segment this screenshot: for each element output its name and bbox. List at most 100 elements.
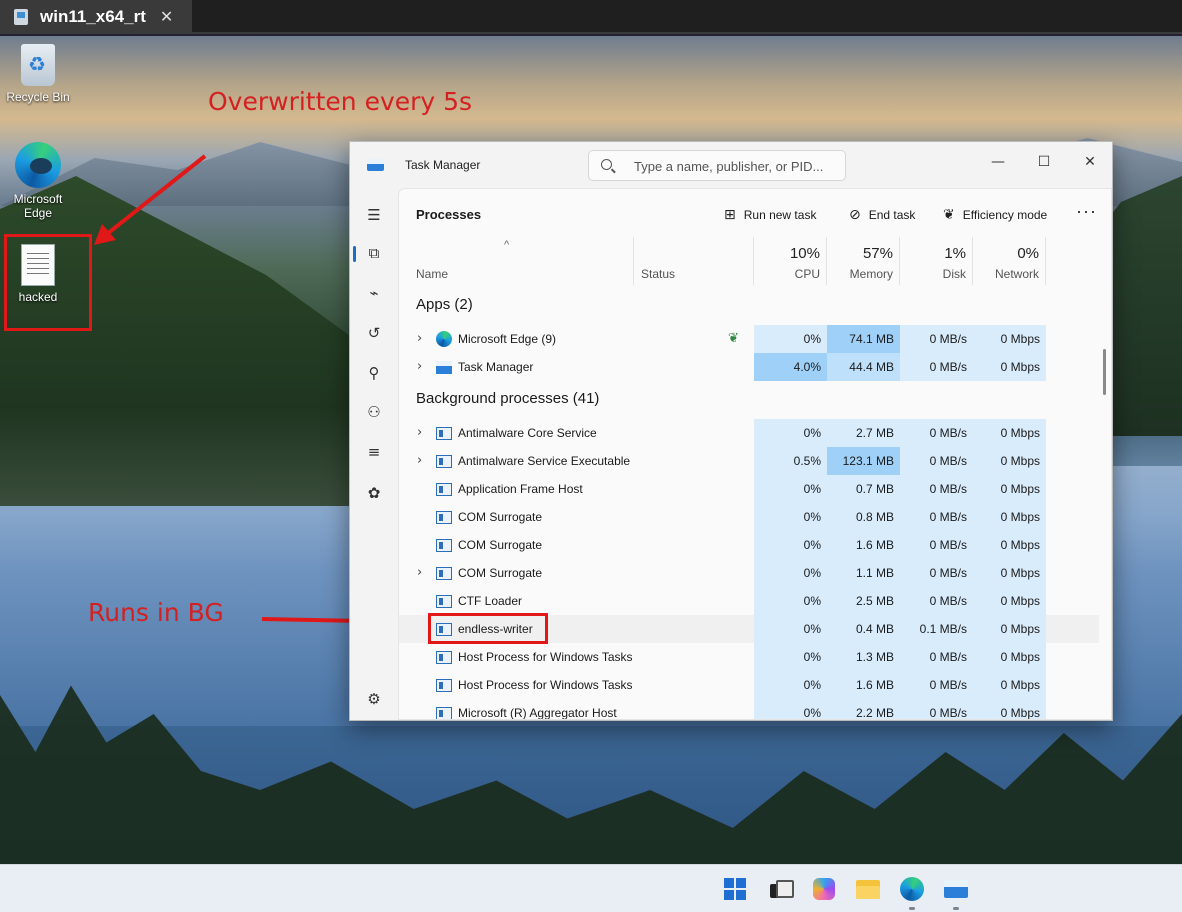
table-row[interactable]: › Microsoft Edge (9) ❦ 0% 74.1 MB 0 MB/s…: [399, 325, 1099, 353]
cpu-cell: 0%: [754, 531, 827, 559]
memory-cell: 0.4 MB: [827, 615, 900, 643]
chevron-right-icon[interactable]: ›: [417, 353, 422, 381]
annotation-box-process: [428, 613, 548, 644]
performance-icon[interactable]: ⌁: [359, 278, 389, 308]
scrollbar-thumb[interactable]: [1103, 349, 1106, 395]
copilot-button[interactable]: [810, 875, 838, 903]
process-name: Application Frame Host: [458, 482, 583, 496]
section-header-background: Background processes (41): [399, 382, 1099, 414]
startup-apps-icon[interactable]: ⚲: [359, 358, 389, 388]
table-row[interactable]: Application Frame Host 0% 0.7 MB 0 MB/s …: [399, 475, 1099, 503]
minimize-button[interactable]: —: [978, 148, 1018, 176]
table-row[interactable]: Microsoft (R) Aggregator Host 0% 2.2 MB …: [399, 699, 1099, 720]
task-manager-window: Task Manager Type a name, publisher, or …: [349, 141, 1113, 721]
process-name: Microsoft (R) Aggregator Host: [458, 706, 617, 720]
table-row[interactable]: › Antimalware Core Service 0% 2.7 MB 0 M…: [399, 419, 1099, 447]
process-name: Host Process for Windows Tasks: [458, 678, 633, 692]
recycle-bin-icon: [21, 44, 55, 86]
annotation-overwritten: Overwritten every 5s: [208, 87, 473, 116]
table-row[interactable]: COM Surrogate 0% 1.6 MB 0 MB/s 0 Mbps: [399, 531, 1099, 559]
annotation-arrow-top: [94, 154, 207, 245]
task-view-icon: [770, 880, 794, 898]
chevron-right-icon[interactable]: ›: [417, 559, 422, 587]
column-header-memory[interactable]: 57% Memory: [827, 237, 900, 285]
column-header-name[interactable]: ^ Name: [399, 237, 634, 285]
cpu-cell: 0%: [754, 643, 827, 671]
disk-cell: 0 MB/s: [900, 503, 973, 531]
network-cell: 0 Mbps: [973, 587, 1046, 615]
end-task-button[interactable]: ⊘ End task: [849, 207, 915, 223]
search-input[interactable]: Type a name, publisher, or PID...: [588, 150, 846, 181]
column-header-network[interactable]: 0% Network: [973, 237, 1046, 285]
table-row[interactable]: › Antimalware Service Executable 0.5% 12…: [399, 447, 1099, 475]
table-row[interactable]: COM Surrogate 0% 0.8 MB 0 MB/s 0 Mbps: [399, 503, 1099, 531]
chevron-right-icon[interactable]: ›: [417, 325, 422, 353]
search-placeholder: Type a name, publisher, or PID...: [634, 159, 824, 174]
network-cell: 0 Mbps: [973, 447, 1046, 475]
process-icon: [436, 651, 452, 664]
table-row[interactable]: › COM Surrogate 0% 1.1 MB 0 MB/s 0 Mbps: [399, 559, 1099, 587]
column-header-disk[interactable]: 1% Disk: [900, 237, 973, 285]
users-icon[interactable]: ⚇: [359, 397, 389, 427]
column-label: Status: [641, 267, 676, 281]
process-name: Task Manager: [458, 360, 534, 374]
network-cell: 0 Mbps: [973, 699, 1046, 719]
running-indicator: [909, 907, 915, 910]
nav-rail: ☰ ⧉ ⌁ ↺ ⚲ ⚇ ≡ ✿ ⚙: [350, 188, 398, 720]
network-cell: 0 Mbps: [973, 475, 1046, 503]
cpu-cell: 0%: [754, 475, 827, 503]
process-name: COM Surrogate: [458, 510, 543, 524]
desktop-icon-recycle-bin[interactable]: Recycle Bin: [3, 44, 73, 104]
title-bar[interactable]: Task Manager Type a name, publisher, or …: [350, 142, 1112, 188]
memory-cell: 2.2 MB: [827, 699, 900, 719]
table-row[interactable]: Host Process for Windows Tasks 0% 1.6 MB…: [399, 671, 1099, 699]
hamburger-menu-icon[interactable]: ☰: [359, 200, 389, 230]
memory-cell: 2.7 MB: [827, 419, 900, 447]
chevron-right-icon[interactable]: ›: [417, 447, 422, 475]
task-view-button[interactable]: [766, 875, 794, 903]
table-row[interactable]: › Task Manager 4.0% 44.4 MB 0 MB/s 0 Mbp…: [399, 353, 1099, 381]
memory-cell: 44.4 MB: [827, 353, 900, 381]
more-options-icon[interactable]: ···: [1076, 201, 1097, 222]
maximize-button[interactable]: ☐: [1024, 148, 1064, 176]
column-header-cpu[interactable]: 10% CPU: [754, 237, 827, 285]
process-icon: [436, 567, 452, 580]
cpu-cell: 0.5%: [754, 447, 827, 475]
edge-taskbar-button[interactable]: [898, 875, 926, 903]
desktop-icon-edge[interactable]: Microsoft Edge: [3, 142, 73, 220]
efficiency-mode-button[interactable]: ❦ Efficiency mode: [943, 207, 1047, 223]
start-button[interactable]: [721, 875, 749, 903]
close-button[interactable]: ✕: [1070, 148, 1110, 176]
processes-icon[interactable]: ⧉: [359, 238, 389, 268]
column-label: Network: [994, 267, 1039, 281]
table-row[interactable]: CTF Loader 0% 2.5 MB 0 MB/s 0 Mbps: [399, 587, 1099, 615]
run-new-task-button[interactable]: ⊞ Run new task: [724, 207, 816, 223]
column-header-status[interactable]: Status: [634, 237, 754, 285]
file-explorer-button[interactable]: [854, 875, 882, 903]
vm-tab[interactable]: win11_x64_rt ✕: [0, 0, 192, 34]
memory-percent: 57%: [862, 245, 893, 262]
cpu-percent: 10%: [789, 245, 820, 262]
settings-gear-icon[interactable]: ⚙: [359, 684, 389, 714]
disk-cell: 0.1 MB/s: [900, 615, 973, 643]
app-history-icon[interactable]: ↺: [359, 318, 389, 348]
details-icon[interactable]: ≡: [359, 437, 389, 467]
memory-cell: 0.8 MB: [827, 503, 900, 531]
network-cell: 0 Mbps: [973, 531, 1046, 559]
disk-cell: 0 MB/s: [900, 353, 973, 381]
vm-tab-close-icon[interactable]: ✕: [160, 7, 173, 27]
task-manager-taskbar-button[interactable]: [942, 875, 970, 903]
services-icon[interactable]: ✿: [359, 478, 389, 508]
process-icon: [436, 455, 452, 468]
memory-cell: 0.7 MB: [827, 475, 900, 503]
table-row[interactable]: Host Process for Windows Tasks 0% 1.3 MB…: [399, 643, 1099, 671]
taskbar: [0, 864, 1182, 912]
toolbar: Processes ⊞ Run new task ⊘ End task ❦ Ef…: [399, 189, 1111, 237]
column-label: Disk: [942, 267, 966, 281]
network-cell: 0 Mbps: [973, 503, 1046, 531]
disk-cell: 0 MB/s: [900, 643, 973, 671]
process-icon: [436, 679, 452, 692]
cpu-cell: 0%: [754, 503, 827, 531]
process-name: CTF Loader: [458, 594, 523, 608]
chevron-right-icon[interactable]: ›: [417, 419, 422, 447]
